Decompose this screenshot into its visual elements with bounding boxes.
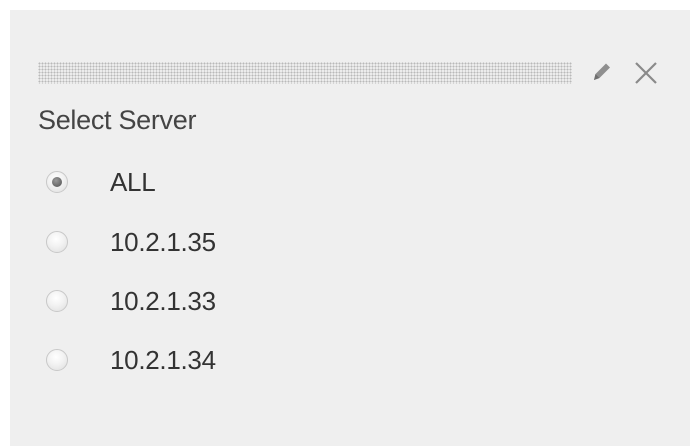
- radio-option-10-2-1-34[interactable]: 10.2.1.34: [46, 343, 216, 377]
- radio-label-10-2-1-34: 10.2.1.34: [110, 344, 216, 375]
- drag-handle[interactable]: [38, 62, 572, 84]
- pencil-icon[interactable]: [586, 56, 616, 86]
- server-select-widget: Select Server ALL 10.2.1.35 10.2.1.33 10…: [10, 10, 690, 446]
- radio-button-all[interactable]: [46, 171, 68, 193]
- close-icon[interactable]: [631, 58, 661, 88]
- radio-button-10-2-1-35[interactable]: [46, 231, 68, 253]
- radio-option-10-2-1-35[interactable]: 10.2.1.35: [46, 225, 216, 259]
- radio-option-10-2-1-33[interactable]: 10.2.1.33: [46, 284, 216, 318]
- radio-button-10-2-1-34[interactable]: [46, 349, 68, 371]
- widget-title: Select Server: [38, 105, 197, 135]
- radio-button-10-2-1-33[interactable]: [46, 290, 68, 312]
- radio-label-10-2-1-33: 10.2.1.33: [110, 285, 216, 316]
- radio-option-all[interactable]: ALL: [46, 165, 156, 199]
- radio-label-all: ALL: [110, 166, 156, 197]
- radio-label-10-2-1-35: 10.2.1.35: [110, 226, 216, 257]
